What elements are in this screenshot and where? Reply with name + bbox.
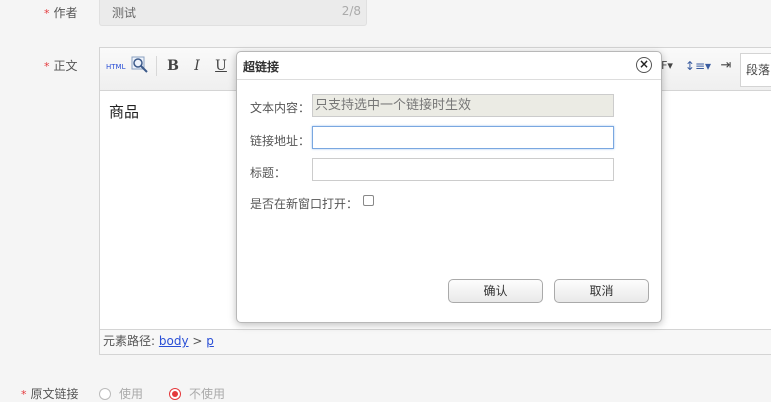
content-label-text: 正文 <box>53 59 78 73</box>
link-text-label: 文本内容： <box>250 101 311 115</box>
required-mark: * <box>44 60 50 73</box>
original-link-notuse-radio[interactable] <box>169 388 181 400</box>
preview-zoom-icon[interactable] <box>131 56 149 76</box>
link-title-label: 标题： <box>250 166 287 180</box>
original-link-use-radio[interactable] <box>99 388 111 400</box>
italic-button[interactable]: I <box>188 56 206 76</box>
author-input[interactable]: 测试 2/8 <box>99 0 367 26</box>
close-icon[interactable]: × <box>636 57 652 73</box>
element-path-body-link[interactable]: body <box>159 334 189 348</box>
original-link-label-text: 原文链接 <box>30 387 79 401</box>
open-new-window-checkbox[interactable] <box>363 195 374 206</box>
element-path-prefix: 元素路径: <box>103 334 156 348</box>
element-path-bar: 元素路径: body > p <box>100 329 771 354</box>
link-url-label: 链接地址： <box>250 134 311 148</box>
line-height-icon[interactable]: ↕≡▾ <box>684 56 712 76</box>
content-label: * 正文 <box>44 57 78 74</box>
indent-icon[interactable]: ⇥ <box>718 56 734 76</box>
underline-button[interactable]: U <box>212 56 230 76</box>
original-link-use-label: 使用 <box>119 387 144 401</box>
author-char-counter: 2/8 <box>341 4 361 18</box>
author-label: * 作者 <box>44 4 78 21</box>
original-link-label: * 原文链接 <box>21 385 79 402</box>
confirm-button[interactable]: 确认 <box>448 279 543 303</box>
link-url-input[interactable] <box>312 126 614 149</box>
element-path-p-link[interactable]: p <box>206 334 214 348</box>
link-text-input: 只支持选中一个链接时生效 <box>312 94 614 117</box>
author-value: 测试 <box>112 6 137 20</box>
required-mark: * <box>44 7 50 20</box>
link-title-input[interactable] <box>312 158 614 181</box>
element-path-separator: > <box>192 334 203 348</box>
dialog-header: 超链接 × <box>237 52 661 80</box>
html-source-button[interactable]: HTML <box>106 57 125 77</box>
editor-content-text: 商品 <box>109 103 140 121</box>
cancel-button[interactable]: 取消 <box>554 279 649 303</box>
open-new-window-label: 是否在新窗口打开： <box>250 197 359 211</box>
paragraph-format-select[interactable]: 段落 <box>740 53 771 87</box>
original-link-notuse-label: 不使用 <box>189 387 226 401</box>
toolbar-separator <box>156 56 157 76</box>
dialog-title: 超链接 <box>243 60 280 74</box>
bold-button[interactable]: B <box>164 56 182 76</box>
hyperlink-dialog: 超链接 × 文本内容： 只支持选中一个链接时生效 链接地址： 标题： 是否在新窗… <box>236 51 662 323</box>
required-mark: * <box>21 388 27 401</box>
author-label-text: 作者 <box>53 6 78 20</box>
